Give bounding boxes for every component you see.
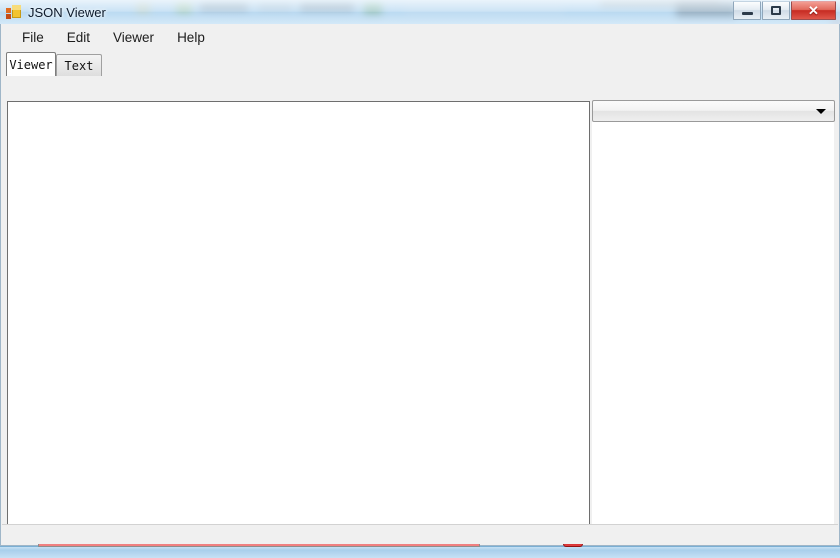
app-icon xyxy=(6,4,22,20)
tab-viewer[interactable]: Viewer xyxy=(6,52,56,76)
application-window: JSON Viewer ✕ File Edit Viewer Help View… xyxy=(0,0,840,547)
menu-bar: File Edit Viewer Help xyxy=(1,24,839,51)
minimize-button[interactable] xyxy=(733,1,761,20)
tab-text[interactable]: Text xyxy=(56,54,102,76)
json-tree-panel[interactable] xyxy=(7,101,590,527)
maximize-button[interactable] xyxy=(762,1,790,20)
menu-item-file[interactable]: File xyxy=(11,26,56,49)
view-select-combobox[interactable] xyxy=(592,100,835,122)
status-bar xyxy=(2,524,838,544)
client-area: File Edit Viewer Help Viewer Text Find w… xyxy=(0,24,840,547)
close-button[interactable]: ✕ xyxy=(791,1,836,20)
window-controls: ✕ xyxy=(732,1,836,20)
minimize-icon xyxy=(741,12,753,15)
window-title: JSON Viewer xyxy=(28,4,106,20)
close-icon: ✕ xyxy=(808,3,819,18)
menu-item-edit[interactable]: Edit xyxy=(56,26,102,49)
maximize-icon xyxy=(771,6,781,15)
detail-pane[interactable] xyxy=(592,101,834,527)
title-bar[interactable]: JSON Viewer ✕ xyxy=(0,0,840,24)
menu-item-help[interactable]: Help xyxy=(166,26,217,49)
tab-strip: Viewer Text xyxy=(6,51,834,76)
menu-item-viewer[interactable]: Viewer xyxy=(102,26,166,49)
chevron-down-icon xyxy=(816,108,826,114)
main-content-area xyxy=(6,75,835,527)
